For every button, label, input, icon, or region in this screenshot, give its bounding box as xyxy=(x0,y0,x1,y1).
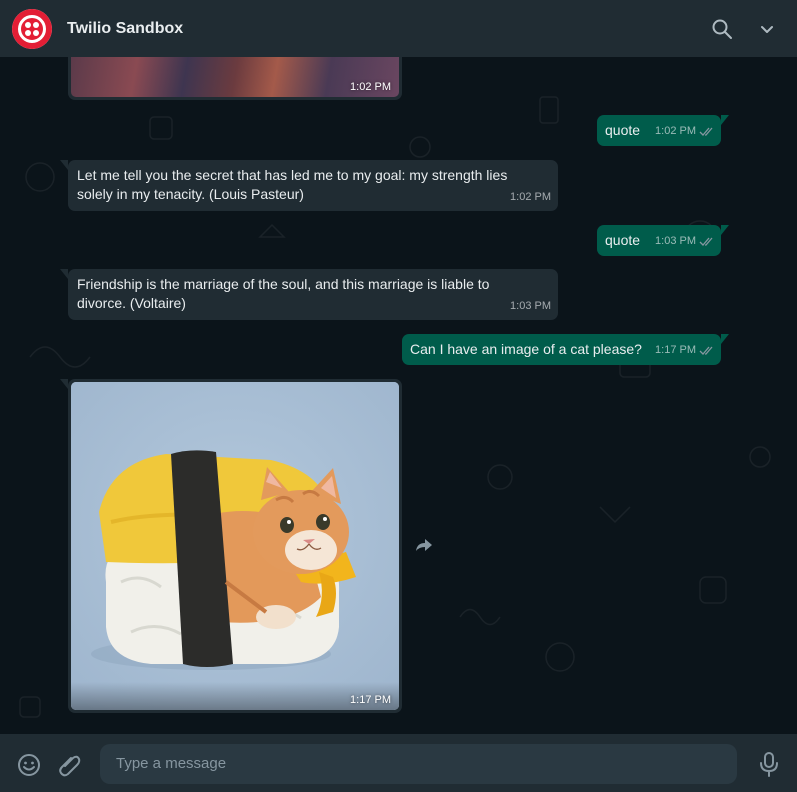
message-time: 1:02 PM xyxy=(510,191,551,203)
image-message[interactable]: 1:02 PM xyxy=(68,57,402,100)
search-icon[interactable] xyxy=(711,18,733,40)
cat-sushi-image[interactable]: 1:17 PM xyxy=(71,382,399,710)
chat-header: Twilio Sandbox xyxy=(0,0,797,57)
message-text: Can I have an image of a cat please? xyxy=(410,341,642,357)
message-input[interactable] xyxy=(100,744,737,784)
outgoing-message[interactable]: quote 1:02 PM xyxy=(597,115,729,146)
message-time: 1:17 PM xyxy=(655,344,696,356)
outgoing-message[interactable]: Can I have an image of a cat please? 1:1… xyxy=(402,334,729,365)
emoji-icon[interactable] xyxy=(17,753,41,782)
incoming-message[interactable]: Friendship is the marriage of the soul, … xyxy=(60,269,558,320)
double-check-icon xyxy=(699,127,714,137)
message-time: 1:17 PM xyxy=(350,694,391,706)
message-text: quote xyxy=(605,232,641,248)
message-time: 1:03 PM xyxy=(510,300,551,312)
message-list[interactable]: 1:02 PM quote 1:02 PM Let me tell you th… xyxy=(0,57,797,734)
message-time: 1:02 PM xyxy=(350,81,391,93)
chat-title[interactable]: Twilio Sandbox xyxy=(67,20,183,38)
attachment-icon[interactable] xyxy=(58,753,82,782)
incoming-message[interactable]: Let me tell you the secret that has led … xyxy=(60,160,558,211)
microphone-icon[interactable] xyxy=(759,751,779,782)
message-text: Friendship is the marriage of the soul, … xyxy=(77,276,490,311)
message-text: Let me tell you the secret that has led … xyxy=(77,167,508,202)
chevron-down-icon[interactable] xyxy=(759,21,775,37)
message-text: quote xyxy=(605,122,641,138)
message-time: 1:03 PM xyxy=(655,235,696,247)
image-message[interactable]: 1:17 PM xyxy=(60,379,402,713)
twilio-logo-icon[interactable] xyxy=(12,8,52,49)
double-check-icon xyxy=(699,346,714,356)
outgoing-message[interactable]: quote 1:03 PM xyxy=(597,225,729,256)
image-thumbnail[interactable]: 1:02 PM xyxy=(71,57,399,97)
forward-icon[interactable] xyxy=(414,537,434,558)
composer-bar xyxy=(0,734,797,792)
double-check-icon xyxy=(699,237,714,247)
message-time: 1:02 PM xyxy=(655,125,696,137)
